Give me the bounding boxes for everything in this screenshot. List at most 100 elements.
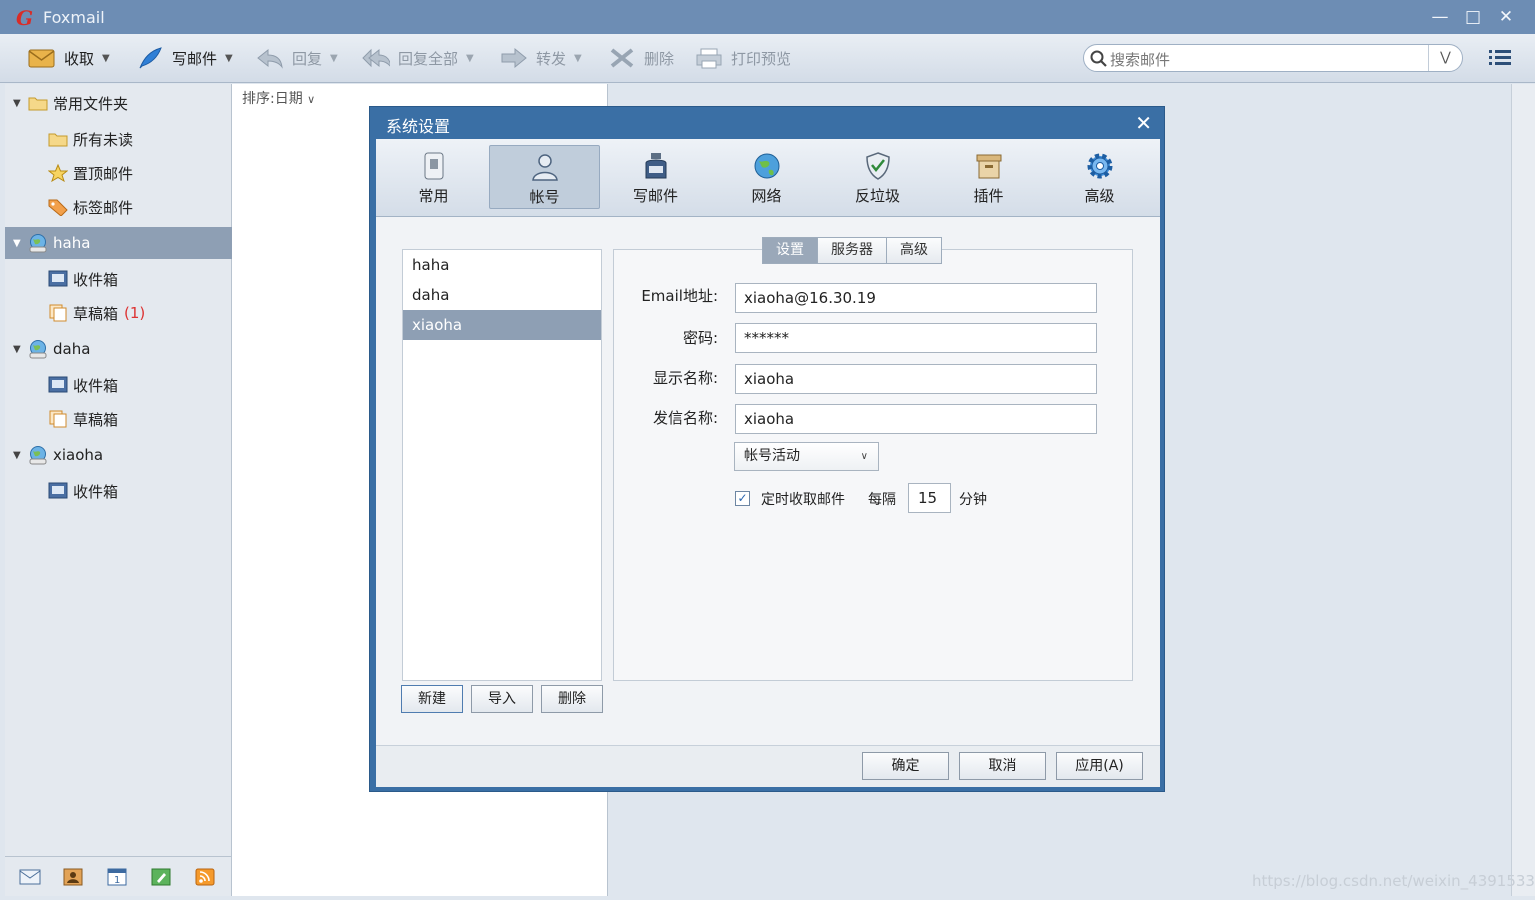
sidebar-account-daha[interactable]: ▼ daha [5, 333, 232, 365]
tab-network[interactable]: 网络 [711, 145, 822, 209]
vertical-scrollbar[interactable] [1511, 84, 1535, 896]
account-list-item[interactable]: haha [403, 250, 601, 280]
sidebar-item-daha-drafts[interactable]: 草稿箱 [25, 403, 232, 435]
cancel-button[interactable]: 取消 [959, 752, 1046, 780]
tab-label: 插件 [973, 187, 1004, 205]
sidebar-item-pinned[interactable]: 置顶邮件 [25, 157, 232, 189]
reply-all-label: 回复全部 [398, 49, 459, 68]
settings-subtabs: 设置 服务器 高级 [762, 237, 942, 264]
folder-icon [27, 93, 49, 113]
tab-label: 写邮件 [632, 187, 678, 205]
tab-general[interactable]: 常用 [378, 145, 489, 209]
compose-dropdown-icon[interactable]: ▼ [225, 53, 233, 64]
box-icon [933, 149, 1044, 183]
account-list-item[interactable]: daha [403, 280, 601, 310]
subtab-advanced[interactable]: 高级 [887, 237, 942, 264]
sidebar-item-xiaoha-inbox[interactable]: 收件箱 [25, 475, 232, 507]
account-status-select[interactable]: 帐号活动 ∨ [734, 442, 879, 471]
sidebar-item-haha-drafts[interactable]: 草稿箱 (1) [25, 297, 232, 329]
minimize-icon[interactable]: — [1429, 6, 1451, 28]
sidebar-item-haha-inbox[interactable]: 收件箱 [25, 263, 232, 295]
compose-button[interactable]: 写邮件 ▼ [136, 45, 233, 71]
notes-icon[interactable] [151, 868, 171, 886]
main-menu-icon[interactable] [1489, 48, 1513, 68]
maximize-icon[interactable]: □ [1462, 6, 1484, 28]
tab-compose[interactable]: 写邮件 [600, 145, 711, 209]
chevron-down-icon: ∨ [860, 451, 868, 462]
print-preview-button[interactable]: 打印预览 [695, 45, 791, 71]
sidebar-account-xiaoha[interactable]: ▼ xiaoha [5, 439, 232, 471]
contacts-icon[interactable] [63, 868, 83, 886]
search-options-icon[interactable]: ⋁ [1428, 45, 1462, 71]
apply-button[interactable]: 应用(A) [1056, 752, 1143, 780]
receive-button[interactable]: 收取 ▼ [28, 45, 110, 71]
expand-arrow-icon[interactable]: ▼ [13, 238, 27, 249]
ink-bottle-icon [600, 149, 711, 183]
reply-icon [256, 46, 284, 70]
auto-receive-checkbox[interactable]: ✓ [735, 491, 750, 506]
tab-account[interactable]: 帐号 [489, 145, 600, 209]
sidebar-item-label: 所有未读 [73, 130, 134, 149]
account-list-item-selected[interactable]: xiaoha [403, 310, 601, 340]
expand-arrow-icon[interactable]: ▼ [13, 344, 27, 355]
reply-all-dropdown-icon[interactable]: ▼ [466, 53, 474, 64]
forward-button[interactable]: 转发 ▼ [500, 45, 582, 71]
reply-button[interactable]: 回复 ▼ [256, 45, 338, 71]
display-name-field[interactable]: xiaoha [735, 364, 1097, 394]
tab-plugins[interactable]: 插件 [933, 145, 1044, 209]
inbox-icon [47, 269, 69, 289]
subtab-server[interactable]: 服务器 [818, 237, 887, 264]
reply-all-button[interactable]: 回复全部 ▼ [362, 45, 474, 71]
sidebar-item-common-folders[interactable]: ▼ 常用文件夹 [5, 87, 232, 119]
close-icon[interactable]: ✕ [1495, 6, 1517, 28]
sidebar-item-all-unread[interactable]: 所有未读 [25, 123, 232, 155]
star-icon [47, 163, 69, 183]
title-bar: G Foxmail — □ ✕ [0, 0, 1535, 34]
import-account-button[interactable]: 导入 [471, 685, 533, 713]
dialog-close-icon[interactable]: ✕ [1135, 111, 1152, 135]
sidebar-item-label: 收件箱 [73, 376, 119, 395]
sidebar-item-daha-inbox[interactable]: 收件箱 [25, 369, 232, 401]
printer-icon [695, 46, 723, 70]
app-title: Foxmail [43, 8, 105, 27]
sender-name-field[interactable]: xiaoha [735, 404, 1097, 434]
delete-account-button[interactable]: 删除 [541, 685, 603, 713]
mail-icon[interactable] [19, 868, 41, 886]
ok-button[interactable]: 确定 [862, 752, 949, 780]
subtab-settings[interactable]: 设置 [762, 237, 818, 264]
sidebar-account-haha[interactable]: ▼ haha [5, 227, 232, 259]
sidebar-item-label: 标签邮件 [73, 198, 134, 217]
email-field[interactable]: xiaoha@16.30.19 [735, 283, 1097, 313]
display-name-label: 显示名称: [652, 369, 718, 387]
rss-icon[interactable] [195, 868, 215, 886]
compose-label: 写邮件 [172, 49, 218, 68]
sidebar-item-tagged[interactable]: 标签邮件 [25, 191, 232, 223]
calendar-icon[interactable]: 1 [107, 868, 127, 886]
forward-dropdown-icon[interactable]: ▼ [574, 53, 582, 64]
forward-label: 转发 [536, 49, 567, 68]
tab-advanced[interactable]: 高级 [1044, 145, 1155, 209]
settings-dialog: 系统设置 ✕ 常用 帐号 写邮件 网络 反垃圾 插件 高级 haha daha … [369, 106, 1165, 792]
globe-account-icon [27, 233, 49, 253]
new-account-button[interactable]: 新建 [401, 685, 463, 713]
receive-label: 收取 [64, 49, 95, 68]
tab-antispam[interactable]: 反垃圾 [822, 145, 933, 209]
globe-account-icon [27, 445, 49, 465]
search-box[interactable]: 搜索邮件 ⋁ [1083, 44, 1463, 72]
password-field[interactable]: ****** [735, 323, 1097, 353]
sort-dropdown[interactable]: 排序:日期 ∨ [242, 88, 315, 108]
receive-dropdown-icon[interactable]: ▼ [102, 53, 110, 64]
delete-button[interactable]: 删除 [608, 45, 674, 71]
reply-dropdown-icon[interactable]: ▼ [330, 53, 338, 64]
expand-arrow-icon[interactable]: ▼ [13, 450, 27, 461]
drafts-icon [47, 409, 69, 429]
search-input[interactable]: 搜索邮件 [1110, 49, 1170, 70]
interval-minutes-input[interactable]: 15 [908, 483, 951, 513]
sidebar-item-label: xiaoha [53, 446, 104, 464]
tab-label: 网络 [751, 187, 782, 205]
email-label: Email地址: [641, 287, 718, 305]
delete-icon [608, 46, 636, 70]
tab-label: 帐号 [529, 188, 560, 206]
expand-arrow-icon[interactable]: ▼ [13, 98, 27, 109]
sidebar-item-label: 置顶邮件 [73, 164, 134, 183]
